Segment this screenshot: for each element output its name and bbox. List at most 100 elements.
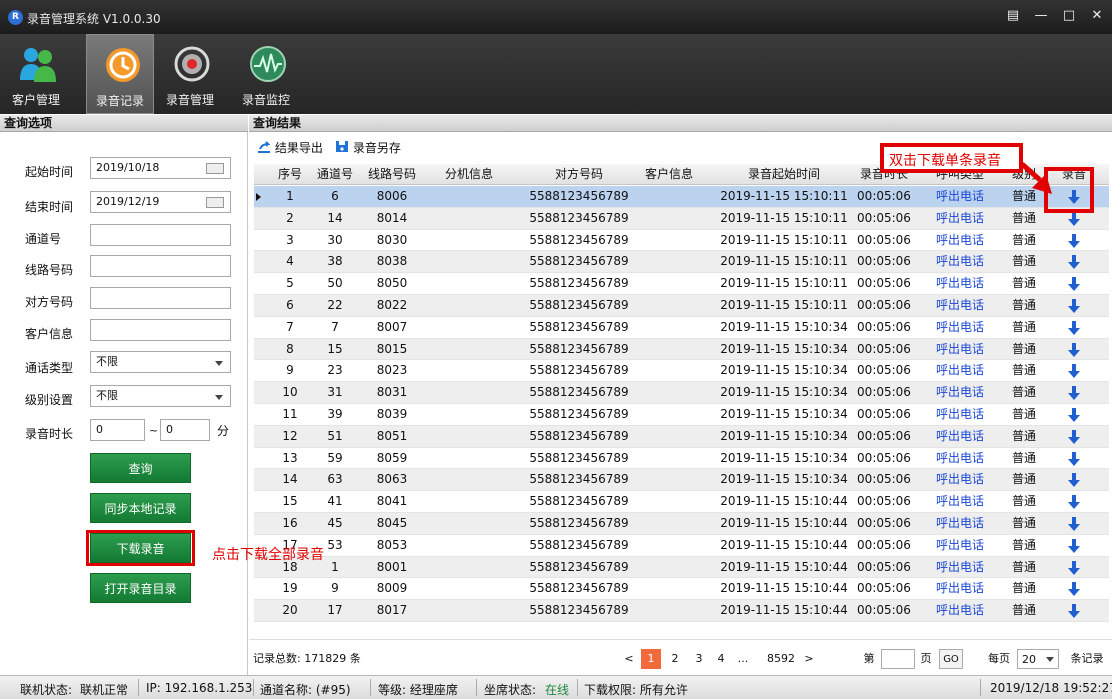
cell-ext bbox=[434, 491, 504, 512]
query-button[interactable]: 查询 bbox=[90, 453, 191, 483]
download-arrow-icon[interactable] bbox=[1068, 538, 1080, 553]
sync-local-button[interactable]: 同步本地记录 bbox=[90, 493, 191, 523]
download-arrow-icon[interactable] bbox=[1068, 233, 1080, 248]
tool-customer-management[interactable]: 客户管理 bbox=[2, 34, 70, 114]
end-time-field[interactable]: 2019/12/19 bbox=[90, 191, 231, 213]
table-row[interactable]: 6 22 8022 5588123456789 2019-11-15 15:10:11 0… bbox=[254, 295, 1109, 317]
download-arrow-icon[interactable] bbox=[1068, 320, 1080, 335]
table-row[interactable]: 19 9 8009 5588123456789 2019-11-15 15:10:44 0… bbox=[254, 578, 1109, 601]
table-row[interactable]: 1 6 8006 5588123456789 2019-11-15 15:10:11 00… bbox=[254, 186, 1109, 208]
table-row[interactable]: 15 41 8041 5588123456789 2019-11-15 15:10:44… bbox=[254, 491, 1109, 513]
prev-page-button[interactable]: < bbox=[621, 649, 637, 669]
peer-number-input[interactable] bbox=[90, 287, 231, 309]
page-1-button[interactable]: 1 bbox=[641, 649, 661, 669]
download-arrow-icon[interactable] bbox=[1068, 364, 1080, 379]
level-select[interactable]: 不限 bbox=[90, 385, 231, 407]
export-results-button[interactable]: 结果导出 bbox=[257, 139, 323, 156]
cell-dur: 00:05:06 bbox=[857, 341, 911, 356]
col-header[interactable]: 客户信息 bbox=[624, 164, 714, 185]
page-size-select[interactable]: 20 bbox=[1017, 649, 1059, 669]
channel-name: 通道名称: (#95) bbox=[260, 683, 351, 697]
download-arrow-icon[interactable] bbox=[1068, 582, 1080, 597]
cell-start: 2019-11-15 15:10:11 bbox=[720, 189, 848, 203]
download-arrow-icon[interactable] bbox=[1068, 429, 1080, 444]
download-arrow-icon[interactable] bbox=[1068, 473, 1080, 488]
col-header[interactable]: 通道号 bbox=[314, 164, 356, 185]
cell-dur: 00:05:06 bbox=[857, 254, 911, 269]
page-3-button[interactable]: 3 bbox=[691, 649, 707, 669]
results-heading: 查询结果 bbox=[249, 115, 1112, 132]
tool-label: 录音管理 bbox=[165, 93, 214, 107]
go-button[interactable]: GO bbox=[939, 649, 963, 669]
table-row[interactable]: 11 39 8039 5588123456789 2019-11-15 15:10:34… bbox=[254, 404, 1109, 426]
col-header[interactable]: 录音起始时间 bbox=[709, 164, 859, 185]
table-row[interactable]: 13 59 8059 5588123456789 2019-11-15 15:10:34… bbox=[254, 448, 1109, 470]
open-recording-folder-button[interactable]: 打开录音目录 bbox=[90, 573, 191, 603]
cell-line: 8017 bbox=[376, 603, 408, 618]
line-number-input[interactable] bbox=[90, 255, 231, 277]
customer-info-input[interactable] bbox=[90, 319, 231, 341]
next-page-button[interactable]: > bbox=[801, 649, 817, 669]
page-4-button[interactable]: 4 bbox=[713, 649, 729, 669]
table-row[interactable]: 18 1 8001 5588123456789 2019-11-15 15:10:44 0… bbox=[254, 556, 1109, 579]
call-type-select[interactable]: 不限 bbox=[90, 351, 231, 373]
tool-recording-records[interactable]: 录音记录 bbox=[86, 34, 154, 114]
download-arrow-icon[interactable] bbox=[1068, 495, 1080, 510]
start-time-field[interactable]: 2019/10/18 bbox=[90, 157, 231, 179]
page-2-button[interactable]: 2 bbox=[667, 649, 683, 669]
download-arrow-icon[interactable] bbox=[1068, 560, 1080, 575]
download-arrow-icon[interactable] bbox=[1068, 299, 1080, 313]
cell-cust bbox=[624, 557, 714, 578]
download-arrow-icon[interactable] bbox=[1068, 255, 1080, 270]
download-arrow-icon[interactable] bbox=[1068, 386, 1080, 401]
duration-from-input[interactable]: 0 bbox=[90, 419, 145, 441]
maximize-button[interactable]: □ bbox=[1056, 5, 1082, 27]
download-arrow-icon[interactable] bbox=[1068, 408, 1080, 422]
table-row[interactable]: 17 53 8053 5588123456789 2019-11-15 15:10:44… bbox=[254, 535, 1109, 557]
download-arrow-icon[interactable] bbox=[1068, 604, 1080, 619]
tool-recording-management[interactable]: 录音管理 bbox=[156, 34, 224, 114]
title-bar: R 录音管理系统 V1.0.0.30 ▤ — □ ✕ bbox=[0, 0, 1112, 34]
customer-info-label: 客户信息 bbox=[25, 327, 74, 341]
download-arrow-icon[interactable] bbox=[1068, 277, 1080, 292]
table-row[interactable]: 5 50 8050 5588123456789 2019-11-15 15:10:11 0… bbox=[254, 273, 1109, 295]
table-row[interactable]: 9 23 8023 5588123456789 2019-11-15 15:10:34 0… bbox=[254, 360, 1109, 383]
col-header[interactable]: 序号 bbox=[274, 164, 306, 185]
page-size-prefix: 每页 bbox=[988, 652, 1010, 665]
last-page-button[interactable]: 8592 bbox=[764, 649, 798, 669]
cell-dur: 00:05:06 bbox=[857, 603, 911, 618]
cell-dur: 00:05:06 bbox=[857, 407, 911, 421]
table-row[interactable]: 10 31 8031 5588123456789 2019-11-15 15:10:34… bbox=[254, 382, 1109, 404]
save-recording-as-button[interactable]: 录音另存 bbox=[335, 139, 401, 156]
download-arrow-icon[interactable] bbox=[1068, 451, 1080, 466]
channel-input[interactable] bbox=[90, 224, 231, 246]
cell-level: 普通 bbox=[1011, 559, 1036, 574]
download-arrow-icon[interactable] bbox=[1068, 211, 1080, 226]
menu-icon[interactable]: ▤ bbox=[1000, 5, 1026, 27]
download-arrow-icon[interactable] bbox=[1068, 342, 1080, 357]
table-row[interactable]: 4 38 8038 5588123456789 2019-11-15 15:10:11 0… bbox=[254, 251, 1109, 274]
download-arrow-icon[interactable] bbox=[1068, 517, 1080, 531]
cell-start: 2019-11-15 15:10:11 bbox=[720, 210, 848, 225]
cell-dur: 00:05:06 bbox=[857, 428, 911, 443]
table-row[interactable]: 7 7 8007 5588123456789 2019-11-15 15:10:34 00… bbox=[254, 317, 1109, 339]
cell-dur: 00:05:06 bbox=[857, 537, 911, 552]
duration-to-input[interactable]: 0 bbox=[160, 419, 210, 441]
calendar-icon[interactable] bbox=[206, 163, 224, 174]
col-header[interactable]: 线路号码 bbox=[364, 164, 420, 185]
table-row[interactable]: 20 17 8017 5588123456789 2019-11-15 15:10:44… bbox=[254, 600, 1109, 622]
tool-recording-monitor[interactable]: 录音监控 bbox=[232, 34, 300, 114]
col-header[interactable]: 分机信息 bbox=[434, 164, 504, 185]
table-row[interactable]: 3 30 8030 5588123456789 2019-11-15 15:10:11 0… bbox=[254, 230, 1109, 252]
table-row[interactable]: 14 63 8063 5588123456789 2019-11-15 15:10:34… bbox=[254, 469, 1109, 492]
table-row[interactable]: 2 14 8014 5588123456789 2019-11-15 15:10:11 0… bbox=[254, 207, 1109, 230]
cell-level: 普通 bbox=[1011, 232, 1036, 247]
table-row[interactable]: 8 15 8015 5588123456789 2019-11-15 15:10:34 0… bbox=[254, 338, 1109, 361]
calendar-icon[interactable] bbox=[206, 197, 224, 208]
table-row[interactable]: 12 51 8051 5588123456789 2019-11-15 15:10:34… bbox=[254, 425, 1109, 448]
minimize-button[interactable]: — bbox=[1028, 5, 1054, 27]
close-button[interactable]: ✕ bbox=[1084, 5, 1110, 27]
goto-page-input[interactable] bbox=[881, 649, 915, 669]
table-row[interactable]: 16 45 8045 5588123456789 2019-11-15 15:10:44… bbox=[254, 513, 1109, 535]
cell-dur: 00:05:06 bbox=[857, 450, 911, 465]
